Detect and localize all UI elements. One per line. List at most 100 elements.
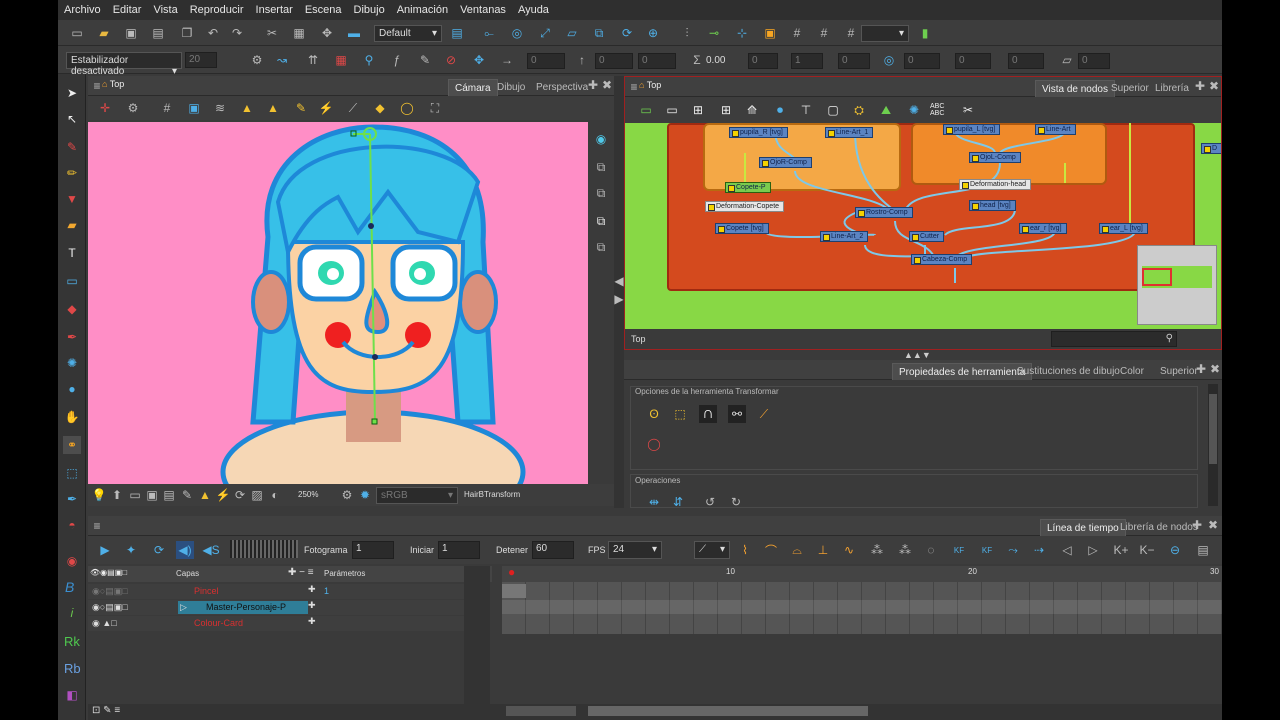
play-icon[interactable]: ▶	[96, 541, 114, 559]
tab-superior[interactable]: Superior	[1105, 80, 1155, 97]
grid-red-icon[interactable]: ▦	[332, 51, 350, 69]
group-icon[interactable]: ⊞	[689, 101, 707, 119]
preview-icon[interactable]: ⏺	[771, 101, 789, 119]
arrow-x-icon[interactable]: →	[498, 51, 516, 69]
flip-icon[interactable]: ⧉	[590, 24, 608, 42]
pivot-y-field[interactable]: 0	[955, 53, 991, 69]
grid-icon[interactable]: #	[788, 24, 806, 42]
workspace-select[interactable]: Default ▾	[374, 25, 442, 42]
expand-arrow-icon[interactable]: ▷	[180, 602, 187, 613]
node-ear-l[interactable]: ear_L [tvg]	[1099, 223, 1148, 234]
brush-icon[interactable]: ✎	[63, 138, 81, 156]
peg-icon[interactable]: ⟜	[480, 24, 498, 42]
rotate-icon[interactable]: ⟳	[618, 24, 636, 42]
node-cabeza-comp[interactable]: Cabeza-Comp	[911, 254, 973, 265]
sigma-icon[interactable]: Σ	[688, 51, 706, 69]
stepped-icon[interactable]: ⊥	[814, 541, 832, 559]
node-add-icon[interactable]: ⊹	[733, 24, 751, 42]
node-cutter[interactable]: Cutter	[909, 231, 945, 242]
line-icon[interactable]: ⟋	[344, 99, 362, 117]
function-icon[interactable]: ƒ	[388, 51, 406, 69]
remove-keyframe-icon[interactable]: KF	[978, 541, 996, 559]
menu-editar[interactable]: Editar	[107, 4, 148, 16]
snap-magnet-icon[interactable]: ∩	[699, 405, 717, 423]
layers-up-icon[interactable]: ⇈	[304, 51, 322, 69]
scale-icon[interactable]: ⤢	[536, 24, 554, 42]
menu-reproducir[interactable]: Reproducir	[184, 4, 250, 16]
node-copete-p[interactable]: Copete-P	[725, 182, 771, 193]
node-line-art-1[interactable]: Line-Art_1	[825, 127, 874, 138]
pencil-icon[interactable]: ✏	[63, 164, 81, 182]
keyframe-cell[interactable]	[502, 584, 526, 598]
timeline-scroll-thumb[interactable]	[588, 706, 868, 716]
feather-icon[interactable]: ✒	[63, 490, 81, 508]
green-i-icon[interactable]: 𝑖	[63, 604, 81, 622]
node-rostro-comp[interactable]: Rostro-Comp	[855, 207, 913, 218]
save-icon[interactable]: ▣	[122, 24, 140, 42]
display-node-icon[interactable]: ▭	[637, 101, 655, 119]
transform-icon[interactable]: ✥	[318, 24, 336, 42]
lasso-select-icon[interactable]: ʘ	[645, 405, 663, 423]
scissors-icon[interactable]: ✂	[959, 101, 977, 119]
tab-sustituciones-dibujo[interactable]: Sustituciones de dibujo	[1011, 363, 1126, 380]
target-icon[interactable]: ⊕	[644, 24, 662, 42]
red-circle-icon[interactable]: ◉	[63, 552, 81, 570]
node-ear-r[interactable]: ear_r [tvg]	[1019, 223, 1067, 234]
layer-toggles[interactable]: ◉○▤▣□	[92, 586, 128, 597]
stack-icon[interactable]: ⬆	[108, 486, 126, 504]
eye-icon[interactable]: ◉	[592, 130, 610, 148]
redo-icon[interactable]: ↷	[228, 24, 246, 42]
dropper-icon[interactable]: ✒	[63, 328, 81, 346]
tab-dibujo[interactable]: Dibujo	[491, 79, 531, 96]
pivot-x-field[interactable]: 0	[904, 53, 940, 69]
rectangle-icon[interactable]: ▭	[63, 272, 81, 290]
refresh-view-icon[interactable]: ⟳	[231, 486, 249, 504]
tab-linea-de-tiempo[interactable]: Línea de tiempo	[1040, 519, 1126, 536]
layer-row-colour-card[interactable]: ◉ ▲□ Colour-Card ✚	[88, 616, 464, 631]
light-icon[interactable]: 💡	[90, 486, 108, 504]
open-folder-icon[interactable]: ▰	[95, 24, 113, 42]
pot-icon[interactable]: ◓	[63, 516, 81, 534]
arrow-y-icon[interactable]: ↑	[573, 51, 591, 69]
copy-icon[interactable]: ❐	[178, 24, 196, 42]
composite-icon[interactable]: ⊞	[717, 101, 735, 119]
add-keyframe-icon[interactable]: KF	[950, 541, 968, 559]
pivot-z-field[interactable]: 0	[1008, 53, 1044, 69]
add-param-icon[interactable]: ✚	[308, 616, 316, 627]
eraser-icon[interactable]: ▰	[63, 216, 81, 234]
node-deformation-copete[interactable]: Deformation-Copete	[705, 201, 785, 212]
rotation-field[interactable]: 0	[748, 53, 778, 69]
node-ojol-comp[interactable]: OjoL-Comp	[969, 152, 1021, 163]
start-field[interactable]: 1	[438, 541, 480, 559]
frame-icon[interactable]: ▭	[126, 486, 144, 504]
side-letter-rb[interactable]: Rb	[64, 661, 81, 676]
menu-archivo[interactable]: Archivo	[58, 4, 107, 16]
ease-icon[interactable]: ⌇	[736, 541, 754, 559]
flash-icon[interactable]: ⚡	[214, 486, 232, 504]
stop-field[interactable]: 60	[532, 541, 574, 559]
menu-animacion[interactable]: Animación	[391, 4, 454, 16]
flip-v-icon[interactable]: ⇵	[669, 493, 687, 511]
brush-settings-icon[interactable]: ⚙	[248, 51, 266, 69]
playback-speed-slider[interactable]	[230, 540, 298, 558]
scale-x-field[interactable]: 1	[791, 53, 823, 69]
key-add-icon[interactable]: K+	[1112, 541, 1130, 559]
add-drawing-icon[interactable]: ✛	[96, 99, 114, 117]
colorspace-select[interactable]: sRGB ▾	[376, 487, 458, 504]
side-letter-b[interactable]: B	[65, 579, 74, 595]
lasso-icon[interactable]: ↝	[273, 51, 291, 69]
layer-row-master[interactable]: ◉○▤▣□ ▷ Master-Personaje-P ✚	[88, 600, 464, 615]
hash-icon[interactable]: #	[815, 24, 833, 42]
select-arrow-icon[interactable]: ➤	[63, 84, 81, 102]
z-field[interactable]: 0	[638, 53, 676, 69]
deformer-icon[interactable]: ⫶	[678, 24, 696, 42]
paint-can-icon[interactable]: ◆	[371, 99, 389, 117]
frame-field[interactable]: 1	[352, 541, 394, 559]
new-file-icon[interactable]: ▭	[68, 24, 86, 42]
node-d[interactable]: D	[1201, 143, 1221, 154]
breadcrumb[interactable]: ⌂ Top	[639, 80, 661, 90]
timeline-settings-icon[interactable]: ▤	[1194, 541, 1212, 559]
no-select-icon[interactable]: ⊘	[442, 51, 460, 69]
zoom-level[interactable]: 250%	[298, 490, 318, 499]
bulb-icon[interactable]: ◯	[398, 99, 416, 117]
